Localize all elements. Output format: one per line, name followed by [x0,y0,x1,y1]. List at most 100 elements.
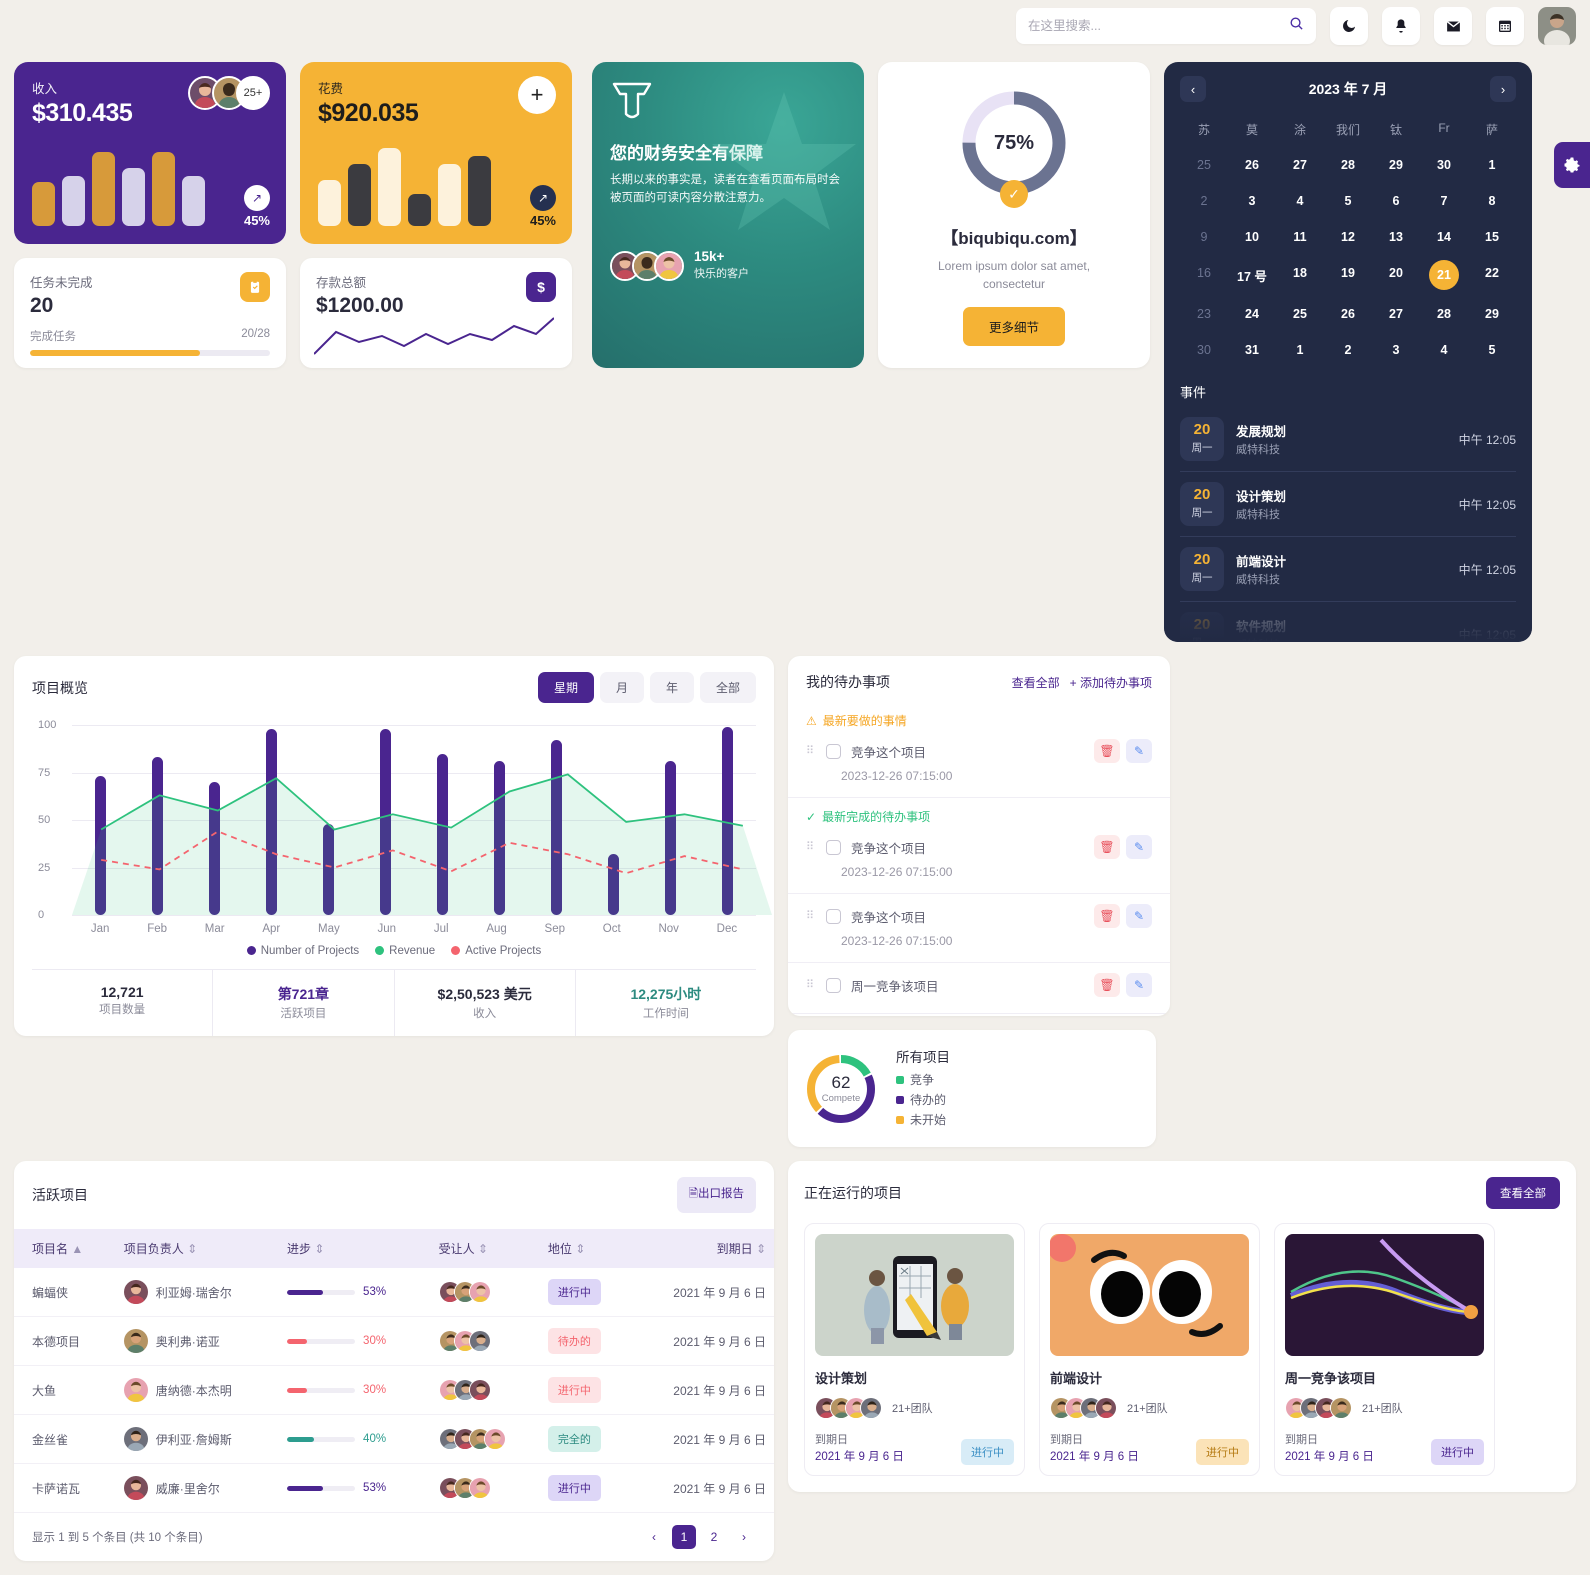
chart-tab-全部[interactable]: 全部 [699,672,756,703]
table-row[interactable]: 金丝雀 伊利亚·詹姆斯 40% 完全的 2021 年 9 月 6 日 [14,1414,774,1464]
calendar-day[interactable]: 4 [1420,334,1468,366]
calendar-day[interactable]: 14 [1420,221,1468,253]
edit-todo-button[interactable]: ✎ [1126,739,1152,763]
todo-checkbox[interactable] [826,743,841,759]
calendar-day[interactable]: 4 [1276,185,1324,217]
calendar-day[interactable]: 5 [1468,334,1516,366]
column-header-1[interactable]: 项目负责人 ⇕ [115,1229,280,1268]
todo-checkbox[interactable] [826,908,841,924]
project-card[interactable]: 前端设计 21+团队 到期日 2021 年 9 月 6 日 进行中 [1039,1223,1260,1476]
calendar-day[interactable]: 27 [1372,298,1420,330]
table-row[interactable]: 卡萨诺瓦 威廉·里舍尔 53% 进行中 2021 年 9 月 6 日 [14,1463,774,1513]
calendar-day[interactable]: 21 [1420,257,1468,294]
todo-item[interactable]: ⠿ 竞争这个项目 🗑 ✎ [806,733,1152,769]
calendar-day[interactable]: 1 [1276,334,1324,366]
chart-tab-年[interactable]: 年 [649,672,694,703]
mail-icon[interactable] [1434,7,1472,45]
todo-checkbox[interactable] [826,977,841,993]
column-header-3[interactable]: 受让人 ⇕ [430,1229,540,1268]
calendar-day[interactable]: 6 [1372,185,1420,217]
calendar-day[interactable]: 27 [1276,149,1324,181]
calendar-day[interactable]: 7 [1420,185,1468,217]
calendar-day[interactable]: 12 [1324,221,1372,253]
search-input[interactable] [1028,19,1304,33]
table-header-row[interactable]: 项目名 ▲ 项目负责人 ⇕ 进步 ⇕ 受让人 ⇕ 地位 ⇕ 到期日 ⇕ [14,1229,774,1268]
calendar-day[interactable]: 11 [1276,221,1324,253]
calendar-day[interactable]: 9 [1180,221,1228,253]
calendar-day[interactable]: 1 [1468,149,1516,181]
calendar-day[interactable]: 25 [1180,149,1228,181]
column-header-5[interactable]: 到期日 ⇕ [630,1229,774,1268]
calendar-day[interactable]: 2 [1180,185,1228,217]
add-button[interactable]: + [518,76,556,114]
page-prev[interactable]: ‹ [642,1525,666,1549]
chart-tab-月[interactable]: 月 [599,672,644,703]
settings-gear-icon[interactable] [1554,142,1590,188]
sort-icon[interactable]: ⇕ [187,1242,197,1256]
calendar-day[interactable]: 2 [1324,334,1372,366]
calendar-day[interactable]: 30 [1420,149,1468,181]
more-details-button[interactable]: 更多细节 [962,307,1065,346]
table-row[interactable]: 蝙蝠侠 利亚姆·瑞舍尔 53% 进行中 2021 年 9 月 6 日 [14,1268,774,1317]
todo-checkbox[interactable] [826,839,841,855]
drag-handle-icon[interactable]: ⠿ [806,979,816,990]
todo-view-all-button[interactable]: 查看全部 [1012,674,1060,691]
sort-icon[interactable]: ⇕ [756,1242,766,1256]
calendar-day[interactable]: 18 [1276,257,1324,294]
page-1[interactable]: 1 [672,1525,696,1549]
delete-todo-button[interactable]: 🗑 [1094,904,1120,928]
todo-item[interactable]: ⠿ 周一竞争该项目 🗑 ✎ [806,967,1152,1003]
page-2[interactable]: 2 [702,1525,726,1549]
running-view-all-button[interactable]: 查看全部 [1486,1177,1560,1209]
calendar-day[interactable]: 23 [1180,298,1228,330]
project-card[interactable]: 设计策划 21+团队 到期日 2021 年 9 月 6 日 进行中 [804,1223,1025,1476]
calendar-day[interactable]: 22 [1468,257,1516,294]
event-item[interactable]: 20周一 软件规划威特科技 中午 12:05 [1180,602,1516,642]
project-card[interactable]: 周一竞争该项目 21+团队 到期日 2021 年 9 月 6 日 进行中 [1274,1223,1495,1476]
event-item[interactable]: 20 周一 前端设计 威特科技 中午 12:05 [1180,537,1516,602]
avatar[interactable] [1538,7,1576,45]
calendar-day[interactable]: 26 [1324,298,1372,330]
page-next[interactable]: › [732,1525,756,1549]
calendar-day[interactable]: 17 号 [1228,257,1276,294]
todo-add-button[interactable]: + 添加待办事项 [1070,674,1152,691]
calendar-day[interactable]: 20 [1372,257,1420,294]
calendar-day[interactable]: 13 [1372,221,1420,253]
search-icon[interactable] [1289,16,1304,36]
column-header-0[interactable]: 项目名 ▲ [14,1229,116,1268]
calendar-day[interactable]: 28 [1420,298,1468,330]
calendar-day[interactable]: 3 [1372,334,1420,366]
moon-icon[interactable] [1330,7,1368,45]
edit-todo-button[interactable]: ✎ [1126,904,1152,928]
calendar-day[interactable]: 10 [1228,221,1276,253]
pagination[interactable]: ‹ 1 2 › [642,1525,756,1549]
edit-todo-button[interactable]: ✎ [1126,835,1152,859]
drag-handle-icon[interactable]: ⠿ [806,745,816,756]
calendar-day[interactable]: 29 [1372,149,1420,181]
calendar-day[interactable]: 25 [1276,298,1324,330]
edit-todo-button[interactable]: ✎ [1126,973,1152,997]
calendar-day[interactable]: 30 [1180,334,1228,366]
search-box[interactable] [1016,8,1316,44]
sort-icon[interactable]: ⇕ [575,1242,585,1256]
column-header-2[interactable]: 进步 ⇕ [279,1229,431,1268]
delete-todo-button[interactable]: 🗑 [1094,739,1120,763]
calendar-next-button[interactable]: › [1489,76,1516,102]
export-report-button[interactable]: 🗎出口报告 [676,1177,756,1213]
calendar-day[interactable]: 8 [1468,185,1516,217]
sort-icon[interactable]: ▲ [71,1242,83,1256]
calendar-grid[interactable]: 苏莫涂我们钛 Fr 萨 25 26 27 28 29 30 1 2 3 4 5 6 7 8 9 10 11 12 13 14… [1180,114,1516,366]
event-item[interactable]: 20 周一 设计策划 威特科技 中午 12:05 [1180,472,1516,537]
calendar-day[interactable]: 24 [1228,298,1276,330]
calendar-day[interactable]: 19 [1324,257,1372,294]
calendar-day[interactable]: 3 [1228,185,1276,217]
sort-icon[interactable]: ⇕ [314,1242,324,1256]
drag-handle-icon[interactable]: ⠿ [806,841,816,852]
calendar-day[interactable]: 16 [1180,257,1228,294]
calendar-day[interactable]: 29 [1468,298,1516,330]
calendar-day[interactable]: 26 [1228,149,1276,181]
event-item[interactable]: 20 周一 发展规划 威特科技 中午 12:05 [1180,407,1516,472]
calendar-day[interactable]: 5 [1324,185,1372,217]
calendar-prev-button[interactable]: ‹ [1180,76,1206,102]
chart-tab-星期[interactable]: 星期 [537,672,594,703]
